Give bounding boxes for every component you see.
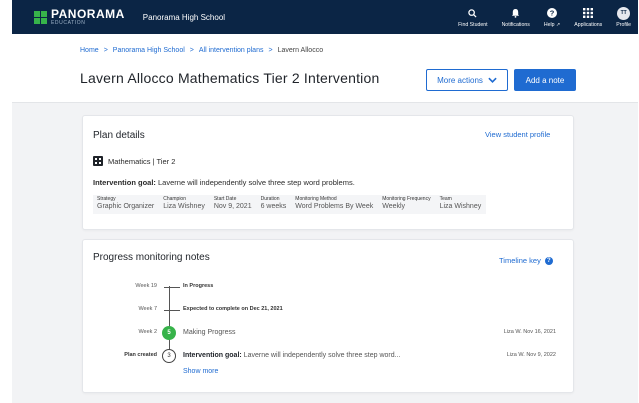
field-value: Liza Wishney [439,203,482,210]
field-label: Champion [163,196,186,202]
more-actions-button[interactable]: More actions [426,69,508,91]
panorama-logo[interactable]: PANORAMA EDUCATION [34,8,125,26]
breadcrumb-home[interactable]: Home [80,47,99,54]
timeline-row: Week 7 Expected to complete on Dec 21, 2… [83,303,573,317]
plan-details-card: Plan details View student profile Mathem… [82,115,574,230]
subject-label: Mathematics | Tier 2 [108,156,176,166]
field-monitoring-method: Monitoring Method Word Problems By Week [291,195,378,214]
breadcrumb-separator: > [268,47,273,54]
timeline-status: Expected to complete on Dec 21, 2021 [183,306,283,312]
bell-icon [509,6,523,20]
breadcrumb-current: Lavern Allocco [277,47,324,54]
progress-notes-title: Progress monitoring notes [93,252,210,263]
logo-name: PANORAMA [51,7,125,21]
show-more-link[interactable]: Show more [183,368,218,375]
plan-fields: Strategy Graphic Organizer Champion Liza… [93,195,487,214]
progress-monitoring-card: Progress monitoring notes Timeline key ?… [82,239,574,393]
timeline-week-label: Week 19 [135,283,157,289]
notifications-button[interactable]: Notifications [495,0,537,34]
find-student-label: Find Student [458,22,488,28]
grid-icon [581,6,595,20]
timeline-tick [164,287,180,288]
notifications-label: Notifications [501,22,530,28]
applications-button[interactable]: Applications [567,0,609,34]
breadcrumb-plans[interactable]: All intervention plans [199,47,264,54]
field-value: 6 weeks [260,203,287,210]
note-date: Liza W. Nov 9, 2022 [506,352,556,358]
plan-details-title: Plan details [93,130,145,141]
field-monitoring-frequency: Monitoring Frequency Weekly [378,195,435,214]
field-label: Strategy [97,196,116,202]
find-student-button[interactable]: Find Student [451,0,494,34]
page-header: Home > Panorama High School > All interv… [12,34,638,102]
field-label: Duration [260,196,280,202]
goal-label: Intervention goal: [93,178,156,187]
school-name: Panorama High School [142,12,226,22]
search-icon [466,6,480,20]
more-actions-label: More actions [437,75,483,85]
score-badge: 3 [162,349,176,363]
timeline-row[interactable]: Plan created 3 Intervention goal: Lavern… [83,349,573,363]
applications-label: Applications [574,22,603,28]
field-strategy: Strategy Graphic Organizer [93,195,159,214]
help-label: Help ↗ [543,22,561,28]
goal-text: Laverne will independently solve three s… [241,352,401,359]
goal-text: Laverne will independently solve three s… [158,178,355,187]
field-value: Word Problems By Week [295,203,374,210]
timeline-week-label: Plan created [124,352,157,358]
add-note-button[interactable]: Add a note [514,69,576,91]
breadcrumb: Home > Panorama High School > All interv… [80,47,323,54]
note-text: Intervention goal: Laverne will independ… [183,352,401,359]
timeline-row: Week 19 In Progress [83,280,573,294]
breadcrumb-school[interactable]: Panorama High School [113,47,185,54]
note-text: Making Progress [183,329,236,336]
help-icon: ? [545,6,559,20]
field-label: Team [439,196,452,202]
field-value: Weekly [382,203,406,210]
help-button[interactable]: ? Help ↗ [537,0,567,34]
page-title: Lavern Allocco Mathematics Tier 2 Interv… [80,70,380,86]
field-value: Graphic Organizer [97,203,155,210]
field-start-date: Start Date Nov 9, 2021 [210,195,257,214]
field-value: Nov 9, 2021 [213,203,252,210]
breadcrumb-separator: > [103,47,108,54]
field-label: Monitoring Frequency [382,196,431,202]
field-duration: Duration 6 weeks [257,195,292,214]
avatar: TT [617,6,631,20]
timeline-week-label: Week 7 [138,306,157,312]
timeline-week-label: Week 2 [138,329,157,335]
note-date: Liza W. Nov 16, 2021 [503,329,556,335]
top-nav: PANORAMA EDUCATION Panorama High School … [12,0,638,34]
field-label: Monitoring Method [295,196,337,202]
timeline-key-button[interactable]: Timeline key ? [499,256,553,265]
profile-button[interactable]: TT Profile [609,0,638,34]
timeline-status: In Progress [183,283,214,289]
calculator-icon [93,156,103,166]
breadcrumb-separator: > [189,47,194,54]
score-badge: 5 [162,326,176,340]
timeline-tick [164,310,180,311]
goal-label: Intervention goal: [183,352,242,359]
field-label: Start Date [213,196,237,202]
svg-text:?: ? [550,9,555,18]
logo-mark-icon [34,10,47,24]
timeline-key-label: Timeline key [499,256,541,265]
subject-tier: Mathematics | Tier 2 [93,156,175,166]
intervention-goal: Intervention goal: Laverne will independ… [93,178,355,187]
chevron-down-icon [488,77,497,83]
view-student-profile-link[interactable]: View student profile [485,130,550,139]
field-value: Liza Wishney [163,203,205,210]
profile-label: Profile [616,21,631,28]
timeline-row[interactable]: Week 2 5 Making Progress Liza W. Nov 16,… [83,326,573,340]
logo-sub: EDUCATION [51,20,86,26]
field-champion: Champion Liza Wishney [159,195,210,214]
question-icon: ? [544,256,553,265]
field-team: Team Liza Wishney [436,195,487,214]
